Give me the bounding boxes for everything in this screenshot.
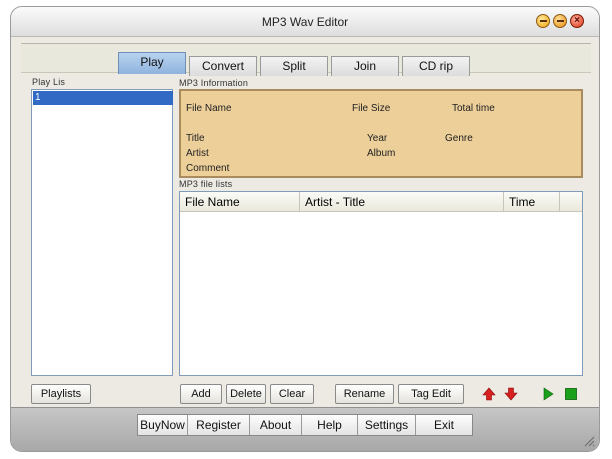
playlist-listbox[interactable]: 1 [31, 89, 173, 376]
tab-convert[interactable]: Convert [189, 56, 257, 76]
year-label: Year [367, 133, 388, 144]
maximize-icon [556, 20, 564, 22]
playlist-header: Play Lis [32, 77, 66, 87]
tab-split[interactable]: Split [260, 56, 328, 76]
tab-play[interactable]: Play [118, 52, 186, 74]
album-label: Album [367, 148, 396, 159]
column-file-name[interactable]: File Name [180, 192, 300, 212]
title-bar[interactable]: MP3 Wav Editor × [11, 7, 599, 37]
clear-button[interactable]: Clear [270, 384, 314, 404]
exit-button[interactable]: Exit [416, 415, 472, 435]
close-button[interactable]: × [570, 14, 584, 28]
tab-join[interactable]: Join [331, 56, 399, 76]
close-icon: × [574, 15, 580, 26]
delete-button[interactable]: Delete [226, 384, 266, 404]
artist-label: Artist [186, 148, 209, 159]
total-time-label: Total time [452, 103, 495, 114]
bottom-bar: BuyNow Register About Help Settings Exit [11, 407, 599, 451]
playlists-button[interactable]: Playlists [31, 384, 91, 404]
help-button[interactable]: Help [302, 415, 358, 435]
title-label: Title [186, 133, 205, 144]
column-artist-title[interactable]: Artist - Title [300, 192, 504, 212]
column-time[interactable]: Time [504, 192, 560, 212]
minimize-icon [539, 20, 547, 22]
add-button[interactable]: Add [180, 384, 222, 404]
comment-label: Comment [186, 163, 230, 174]
register-button[interactable]: Register [188, 415, 250, 435]
app-window: MP3 Wav Editor × Play Convert Split Join… [10, 6, 600, 452]
tab-strip: Play Convert Split Join CD rip [21, 43, 591, 76]
window-title: MP3 Wav Editor [261, 15, 349, 29]
minimize-button[interactable] [536, 14, 550, 28]
file-list-header: MP3 file lists [179, 179, 233, 189]
rename-button[interactable]: Rename [335, 384, 394, 404]
file-name-label: File Name [186, 103, 232, 114]
mp3-info-panel: File Name File Size Total time Title Yea… [179, 89, 583, 178]
settings-button[interactable]: Settings [358, 415, 416, 435]
buy-now-button[interactable]: BuyNow [138, 415, 188, 435]
mp3-info-header: MP3 Information [179, 78, 249, 88]
column-filler [560, 192, 582, 212]
arrow-up-icon[interactable] [482, 387, 496, 401]
maximize-button[interactable] [553, 14, 567, 28]
about-button[interactable]: About [250, 415, 302, 435]
tab-cd-rip[interactable]: CD rip [402, 56, 470, 76]
bottom-menu: BuyNow Register About Help Settings Exit [137, 414, 473, 436]
play-icon[interactable] [541, 387, 555, 401]
genre-label: Genre [445, 133, 473, 144]
arrow-down-icon[interactable] [504, 387, 518, 401]
playlist-item[interactable]: 1 [33, 91, 173, 105]
stop-icon[interactable] [564, 387, 578, 401]
mp3-file-list[interactable]: File Name Artist - Title Time [179, 191, 583, 376]
resize-grip-icon[interactable] [583, 435, 595, 447]
tag-edit-button[interactable]: Tag Edit [398, 384, 464, 404]
file-size-label: File Size [352, 103, 391, 114]
